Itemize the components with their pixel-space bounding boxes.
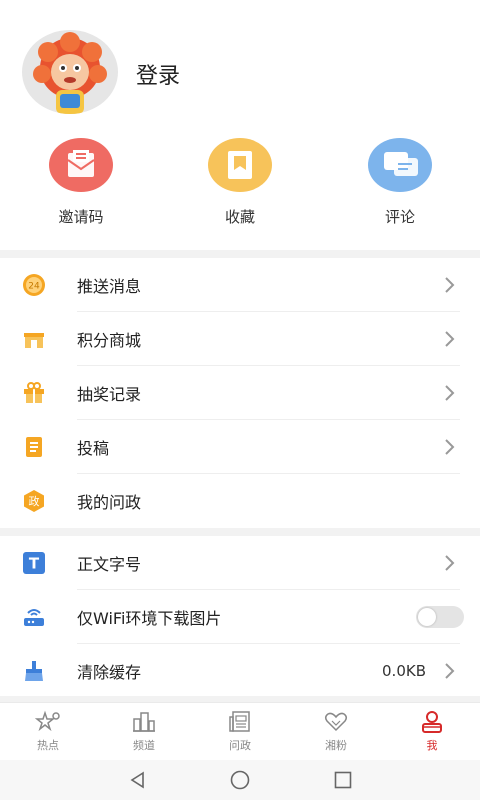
chevron-right-icon — [445, 555, 455, 571]
chevron-right-icon — [445, 277, 455, 293]
gift-icon — [24, 382, 44, 403]
favorites-button[interactable]: 收藏 — [180, 138, 300, 227]
menu-item-submit-article[interactable]: 投稿 — [0, 420, 480, 474]
document-icon — [26, 437, 42, 457]
invite-code-label: 邀请码 — [58, 208, 104, 226]
menu-group-account: 24 推送消息 积分商城 抽奖记录 投稿 政 我的问政 — [0, 258, 480, 528]
politics-icon-text: 政 — [29, 494, 40, 508]
menu-item-label: 投稿 — [77, 439, 110, 458]
wifi-router-icon — [24, 609, 44, 626]
shop-icon — [24, 333, 44, 348]
wifi-only-toggle[interactable] — [416, 606, 464, 628]
chevron-right-icon — [445, 439, 455, 455]
menu-group-settings: T 正文字号 仅WiFi环境下载图片 清除缓存 0.0KB — [0, 536, 480, 696]
cache-size-value: 0.0KB — [382, 662, 426, 680]
menu-item-label: 仅WiFi环境下载图片 — [77, 609, 222, 628]
menu-item-label: 推送消息 — [77, 277, 142, 296]
hearts-icon — [324, 712, 348, 732]
bookmark-icon — [208, 138, 272, 192]
toggle-knob — [418, 608, 436, 626]
comments-button[interactable]: 评论 — [340, 138, 460, 227]
tab-label: 热点 — [37, 739, 59, 752]
menu-item-font-size[interactable]: T 正文字号 — [0, 536, 480, 590]
broom-icon — [25, 661, 43, 681]
bottom-tab-bar: 热点 频道 问政 湘粉 我 — [0, 702, 480, 760]
back-icon[interactable] — [128, 770, 148, 790]
politics-icon: 政 — [24, 490, 44, 512]
system-navigation-bar — [0, 760, 480, 800]
favorites-label: 收藏 — [224, 208, 255, 226]
chevron-right-icon — [445, 663, 455, 679]
menu-item-lottery-records[interactable]: 抽奖记录 — [0, 366, 480, 420]
tab-label: 频道 — [133, 739, 155, 752]
chat-icon — [368, 138, 432, 192]
buildings-icon — [133, 712, 155, 732]
tab-label: 湘粉 — [325, 739, 347, 752]
tab-hot[interactable]: 热点 — [0, 709, 96, 753]
menu-item-wifi-only-images: 仅WiFi环境下载图片 — [0, 590, 480, 644]
tab-fans[interactable]: 湘粉 — [288, 709, 384, 753]
chevron-right-icon — [445, 331, 455, 347]
avatar[interactable] — [22, 30, 118, 114]
menu-item-label: 我的问政 — [77, 493, 142, 512]
push-24-icon: 24 — [23, 274, 45, 296]
lion-mascot-icon — [33, 32, 107, 114]
menu-item-push-messages[interactable]: 24 推送消息 — [0, 258, 480, 312]
font-size-icon: T — [23, 552, 45, 574]
envelope-icon — [49, 138, 113, 192]
home-icon[interactable] — [229, 770, 251, 790]
push-badge-text: 24 — [28, 282, 40, 292]
font-size-icon-text: T — [29, 555, 40, 573]
tab-label: 我 — [426, 739, 438, 752]
tab-channels[interactable]: 频道 — [96, 709, 192, 753]
menu-item-clear-cache[interactable]: 清除缓存 0.0KB — [0, 644, 480, 698]
user-icon — [422, 711, 442, 733]
chevron-right-icon — [445, 385, 455, 401]
menu-item-label: 清除缓存 — [77, 663, 142, 682]
newspaper-icon — [229, 711, 250, 732]
screen: 登录 邀请码 收藏 评论 24 推送消息 积分商城 抽奖记录 投稿 政 我的问政… — [0, 0, 480, 800]
menu-item-points-mall[interactable]: 积分商城 — [0, 312, 480, 366]
tab-inquiries[interactable]: 问政 — [192, 709, 288, 753]
login-link[interactable]: 登录 — [136, 58, 180, 90]
menu-item-my-inquiries[interactable]: 政 我的问政 — [0, 474, 480, 528]
stars-icon — [35, 710, 60, 732]
tab-me[interactable]: 我 — [384, 709, 480, 753]
invite-code-button[interactable]: 邀请码 — [21, 138, 141, 227]
menu-item-label: 抽奖记录 — [77, 385, 142, 404]
menu-item-label: 积分商城 — [77, 331, 142, 350]
recent-apps-icon[interactable] — [333, 770, 353, 790]
tab-label: 问政 — [229, 739, 251, 752]
profile-header: 登录 邀请码 收藏 评论 — [0, 0, 480, 250]
comments-label: 评论 — [384, 208, 415, 226]
menu-item-label: 正文字号 — [77, 555, 142, 574]
